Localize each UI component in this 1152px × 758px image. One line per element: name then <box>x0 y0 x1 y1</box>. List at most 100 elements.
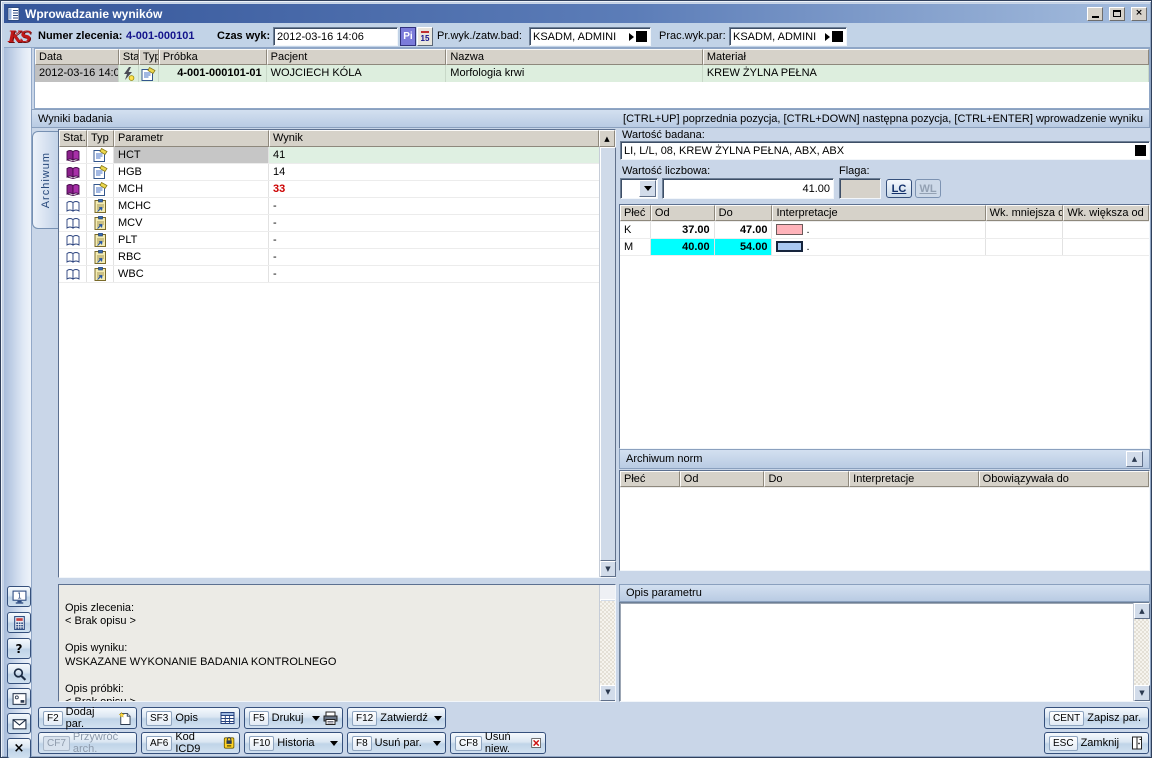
f8-delete-param-button[interactable]: F8 Usuń par. <box>347 732 446 754</box>
numeric-value-label: Wartość liczbowa: <box>622 165 710 177</box>
param-row-hgb[interactable]: HGB 14 <box>59 164 615 181</box>
norm-row-m[interactable]: M 40.00 54.00 . <box>620 239 1149 256</box>
sf3-description-button[interactable]: SF3 Opis <box>141 707 240 729</box>
col-typ: Typ <box>87 130 114 147</box>
sample-number: 4-001-000101-01 <box>159 65 267 82</box>
col-parametr: Parametr <box>114 130 269 147</box>
description-text: Opis zlecenia: < Brak opisu > Opis wynik… <box>65 602 336 703</box>
param-row-wbc[interactable]: WBC - <box>59 266 615 283</box>
param-row-hct[interactable]: HCT 41 <box>59 147 615 164</box>
param-worker-combo[interactable]: KSADM, ADMINI <box>729 27 847 46</box>
value-picker-icon[interactable] <box>1135 145 1146 156</box>
pi-button[interactable]: Pi <box>400 27 416 46</box>
param-row-mcv[interactable]: MCV - <box>59 215 615 232</box>
f2-add-param-button[interactable]: F2 Dodaj par. <box>38 707 137 729</box>
combo-arrow-icon[interactable] <box>825 33 830 41</box>
monitor-button[interactable] <box>7 586 31 607</box>
chevron-down-icon[interactable] <box>433 741 441 746</box>
clipboard-icon <box>93 216 108 230</box>
col-material: Materiał <box>703 49 1149 65</box>
color-swatch-pink <box>776 224 803 235</box>
col-stat: Stat. <box>59 130 87 147</box>
dropdown-button[interactable] <box>639 180 656 197</box>
f10-history-button[interactable]: F10 Historia <box>244 732 343 754</box>
collapse-up-icon[interactable]: ▲ <box>1126 451 1143 467</box>
chevron-down-icon[interactable] <box>312 716 320 721</box>
f12-approve-button[interactable]: F12 Zatwierdź <box>347 707 446 729</box>
exit-door-icon <box>1130 736 1144 750</box>
col-do: Do <box>715 205 773 221</box>
results-header: Wyniki badania <box>38 113 113 125</box>
esc-close-button[interactable]: ESC Zamknij <box>1044 732 1149 754</box>
param-worker-label: Prac.wyk.par: <box>659 30 726 42</box>
numeric-value-input[interactable]: 41.00 <box>662 178 834 199</box>
param-row-plt[interactable]: PLT - <box>59 232 615 249</box>
scroll-down-icon[interactable]: ▼ <box>600 685 616 701</box>
norm-archive-table: Płeć Od Do Interpretacje Obowiązywała do <box>619 470 1150 571</box>
scroll-down-icon[interactable]: ▼ <box>1134 685 1150 701</box>
ks-logo: KS <box>8 27 29 46</box>
red-x-icon <box>531 736 541 750</box>
flag-input <box>839 178 881 199</box>
printer-icon <box>323 711 338 725</box>
executor-combo[interactable]: KSADM, ADMINI <box>529 27 651 46</box>
f5-print-button[interactable]: F5 Drukuj <box>244 707 343 729</box>
col-data: Data <box>35 49 119 65</box>
param-row-rbc[interactable]: RBC - <box>59 249 615 266</box>
norm-archive-header: Archiwum norm <box>626 453 702 465</box>
param-row-mchc[interactable]: MCHC - <box>59 198 615 215</box>
note-icon <box>141 67 156 81</box>
param-value-out-of-range: 33 <box>269 181 599 197</box>
col-wynik: Wynik <box>269 130 599 147</box>
scrollbar-thumb[interactable] <box>600 147 616 561</box>
combo-picker-icon[interactable] <box>636 31 647 42</box>
scroll-up-icon[interactable]: ▲ <box>599 130 615 147</box>
param-value: - <box>269 198 599 214</box>
search-button[interactable] <box>7 663 31 684</box>
note-icon <box>93 165 108 179</box>
col-od: Od <box>680 471 765 487</box>
close-button[interactable]: × <box>1131 7 1147 21</box>
tested-value-input[interactable]: LI, L/L, 08, KREW ŻYLNA PEŁNA, ABX, ABX <box>620 141 1150 160</box>
combo-arrow-icon[interactable] <box>629 33 634 41</box>
norm-interpretation: . <box>772 222 985 238</box>
norm-row-k[interactable]: K 37.00 47.00 . <box>620 222 1149 239</box>
tab-archiwum[interactable]: Archiwum <box>32 131 58 229</box>
scroll-up-icon[interactable]: ▲ <box>1134 603 1150 619</box>
note-icon <box>93 182 108 196</box>
preview-button[interactable] <box>7 688 31 709</box>
order-description-memo[interactable]: Opis zlecenia: < Brak opisu > Opis wynik… <box>58 584 616 702</box>
help-button[interactable]: ? <box>7 638 31 659</box>
param-row-mch[interactable]: MCH 33 <box>59 181 615 198</box>
col-interpretacje: Interpretacje <box>849 471 979 487</box>
maximize-button[interactable] <box>1109 7 1125 21</box>
scroll-down-icon[interactable]: ▼ <box>600 561 616 577</box>
status-lightning-icon <box>121 67 135 81</box>
norm-interpretation: . <box>772 239 985 255</box>
parameters-table: Stat. Typ Parametr Wynik ▲ HCT 41 HGB 14… <box>58 129 616 578</box>
cancel-button[interactable]: × <box>7 738 31 758</box>
calculator-button[interactable] <box>7 612 31 633</box>
calendar-button[interactable]: 15 <box>417 27 433 46</box>
combo-picker-icon[interactable] <box>832 31 843 42</box>
memo-scrollbar[interactable]: ▲ ▼ <box>599 585 615 701</box>
new-page-icon <box>118 711 132 726</box>
minimize-button[interactable] <box>1087 7 1103 21</box>
sample-table-header: Data Stat. Typ Próbka Pacjent Nazwa Mate… <box>35 49 1149 65</box>
exec-time-input[interactable]: 2012-03-16 14:06 <box>273 27 398 46</box>
chevron-down-icon[interactable] <box>330 741 338 746</box>
lc-button[interactable]: LC <box>886 179 912 198</box>
param-name: MCV <box>114 215 269 231</box>
parameters-scrollbar[interactable]: ▼ <box>599 147 615 577</box>
sample-row[interactable]: 2012-03-16 14:06 4-001-000101-01 WOJCIEC… <box>35 65 1149 82</box>
unit-combo[interactable] <box>620 178 658 199</box>
param-desc-scrollbar[interactable]: ▲ ▼ <box>1133 603 1149 701</box>
mail-button[interactable] <box>7 713 31 734</box>
param-desc-area[interactable]: ▲ ▼ <box>619 602 1150 702</box>
param-name: WBC <box>114 266 269 282</box>
af6-icd9-button[interactable]: AF6 Kod ICD9 <box>141 732 240 754</box>
cent-save-param-button[interactable]: CENT Zapisz par. <box>1044 707 1149 729</box>
cf8-delete-unapproved-button[interactable]: CF8 Usuń niew. <box>450 732 546 754</box>
chevron-down-icon <box>644 186 652 191</box>
chevron-down-icon[interactable] <box>434 716 442 721</box>
